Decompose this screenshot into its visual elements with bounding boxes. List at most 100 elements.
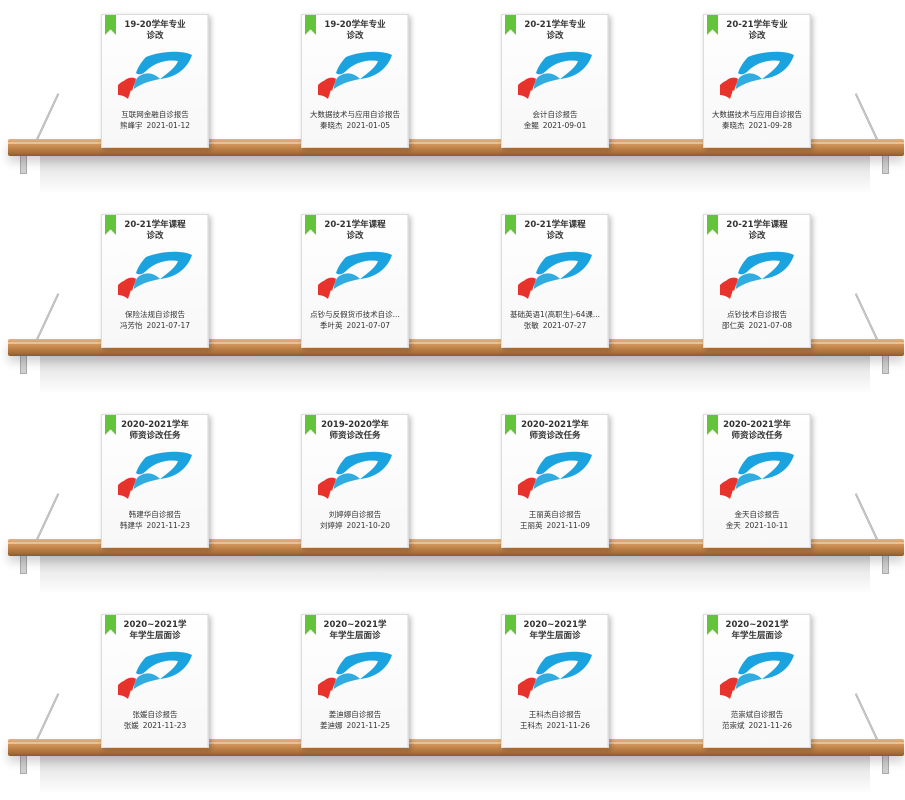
report-meta: 韩建华 2021-11-23 (102, 521, 208, 531)
report-author: 冯芳怡 (119, 321, 143, 330)
book-title-line1: 20-21学年课程 (726, 220, 788, 230)
report-meta: 张媛 2021-11-23 (102, 721, 208, 731)
brand-logo-icon (518, 251, 592, 299)
book-title-line2: 师资诊改任务 (129, 431, 181, 441)
report-author: 金鲲 (523, 121, 539, 130)
report-date: 2021-11-25 (346, 721, 391, 730)
shelf-shadow (40, 756, 870, 794)
report-author: 王丽英 (519, 521, 543, 530)
report-book[interactable]: 20-21学年专业 诊改 会计自诊报告 金鲲 2021-09-01 (501, 14, 609, 148)
book-title-line1: 2020-2021学年 (723, 420, 791, 430)
book-title: 19-20学年专业 诊改 (302, 20, 408, 42)
book-title-line1: 20-21学年专业 (726, 20, 788, 30)
report-name: 金天自诊报告 (734, 510, 780, 519)
book-title: 2020~2021学 年学生层面诊 (704, 620, 810, 642)
book-title-line1: 2020~2021学 (323, 620, 387, 630)
report-date: 2021-07-27 (542, 321, 587, 330)
report-meta: 王科杰 2021-11-26 (502, 721, 608, 731)
report-book[interactable]: 20-21学年专业 诊改 大数据技术与应用自诊报告 秦晓杰 2021-09-28 (703, 14, 811, 148)
report-date: 2021-09-28 (748, 121, 793, 130)
report-name: 大数据技术与应用自诊报告 (712, 110, 802, 119)
report-book[interactable]: 2020-2021学年 师资诊改任务 韩建华自诊报告 韩建华 2021-11-23 (101, 414, 209, 548)
report-book[interactable]: 20-21学年课程 诊改 点钞与反假货币技术自诊... 季叶英 2021-07-07 (301, 214, 409, 348)
book-title: 2020-2021学年 师资诊改任务 (102, 420, 208, 442)
report-book[interactable]: 20-21学年课程 诊改 基础英语1(高职生)-64课... 张敏 2021-07-2… (501, 214, 609, 348)
report-book[interactable]: 2019-2020学年 师资诊改任务 刘婷婷自诊报告 刘婷婷 2021-10-20 (301, 414, 409, 548)
shelf-shadow (40, 156, 870, 194)
book-title-line1: 19-20学年专业 (124, 20, 186, 30)
brand-logo-icon (318, 451, 392, 499)
report-author: 韩建华 (119, 521, 143, 530)
book-title-line2: 诊改 (146, 31, 164, 41)
report-date: 2021-10-20 (346, 521, 391, 530)
report-meta: 季叶英 2021-07-07 (302, 321, 408, 331)
report-date: 2021-01-05 (346, 121, 391, 130)
report-meta: 金鲲 2021-09-01 (502, 121, 608, 131)
report-book[interactable]: 20-21学年课程 诊改 点钞技术自诊报告 邵仁英 2021-07-08 (703, 214, 811, 348)
book-title-line1: 19-20学年专业 (324, 20, 386, 30)
report-name: 基础英语1(高职生)-64课... (509, 310, 601, 319)
book-title-line2: 师资诊改任务 (329, 431, 381, 441)
report-name: 大数据技术与应用自诊报告 (310, 110, 400, 119)
report-book[interactable]: 2020~2021学 年学生层面诊 王科杰自诊报告 王科杰 2021-11-26 (501, 614, 609, 748)
report-name: 刘婷婷自诊报告 (328, 510, 382, 519)
brand-logo-icon (720, 451, 794, 499)
book-title: 20-21学年专业 诊改 (502, 20, 608, 42)
report-date: 2021-11-26 (748, 721, 793, 730)
book-title-line1: 20-21学年专业 (524, 20, 586, 30)
report-date: 2021-11-26 (546, 721, 591, 730)
report-name: 姜迪娜自诊报告 (328, 710, 382, 719)
report-book[interactable]: 19-20学年专业 诊改 大数据技术与应用自诊报告秦晓杰 2021-01-05 (301, 14, 409, 148)
book-title: 19-20学年专业 诊改 (102, 20, 208, 42)
book-title-line2: 诊改 (748, 231, 766, 241)
report-date: 2021-11-23 (142, 721, 187, 730)
book-title-line1: 2020-2021学年 (121, 420, 189, 430)
report-name: 王丽英自诊报告 (528, 510, 582, 519)
book-title-line2: 诊改 (546, 31, 564, 41)
brand-logo-icon (318, 651, 392, 699)
report-book[interactable]: 2020~2021学 年学生层面诊 张媛自诊报告 张媛 2021-11-23 (101, 614, 209, 748)
brand-logo-icon (318, 251, 392, 299)
report-book[interactable]: 2020~2021学 年学生层面诊 姜迪娜自诊报告 姜迪娜 2021-11-25 (301, 614, 409, 748)
report-author: 金天 (725, 521, 741, 530)
report-date: 2021-11-09 (546, 521, 591, 530)
report-author: 熊峰宇 (119, 121, 143, 130)
book-title-line1: 20-21学年课程 (124, 220, 186, 230)
report-meta: 张敏 2021-07-27 (502, 321, 608, 331)
book-title: 2020~2021学 年学生层面诊 (102, 620, 208, 642)
brand-logo-icon (720, 251, 794, 299)
report-meta: 王丽英 2021-11-09 (502, 521, 608, 531)
book-title-line2: 诊改 (748, 31, 766, 41)
brand-logo-icon (518, 651, 592, 699)
report-meta: 姜迪娜 2021-11-25 (302, 721, 408, 731)
book-title-line2: 诊改 (346, 31, 364, 41)
book-title-line2: 师资诊改任务 (731, 431, 783, 441)
book-title: 20-21学年专业 诊改 (704, 20, 810, 42)
report-author: 秦晓杰 (319, 121, 343, 130)
book-title-line2: 诊改 (346, 231, 364, 241)
book-title: 20-21学年课程 诊改 (302, 220, 408, 242)
report-name: 范崇斌自诊报告 (730, 710, 784, 719)
report-meta: 刘婷婷 2021-10-20 (302, 521, 408, 531)
report-book[interactable]: 2020-2021学年 师资诊改任务 王丽英自诊报告 王丽英 2021-11-09 (501, 414, 609, 548)
brand-logo-icon (720, 651, 794, 699)
report-name: 点钞技术自诊报告 (727, 310, 787, 319)
report-book[interactable]: 2020-2021学年 师资诊改任务 金天自诊报告 金天 2021-10-11 (703, 414, 811, 548)
report-author: 张媛 (123, 721, 139, 730)
shelf-shadow (40, 356, 870, 394)
report-author: 姜迪娜 (319, 721, 343, 730)
book-title: 2020~2021学 年学生层面诊 (502, 620, 608, 642)
book-title-line2: 年学生层面诊 (129, 631, 181, 641)
report-name: 点钞与反假货币技术自诊... (310, 310, 400, 319)
book-title: 20-21学年课程 诊改 (102, 220, 208, 242)
book-title: 2020-2021学年 师资诊改任务 (704, 420, 810, 442)
brand-logo-icon (118, 251, 192, 299)
brand-logo-icon (118, 451, 192, 499)
report-author: 季叶英 (319, 321, 343, 330)
report-author: 邵仁英 (721, 321, 745, 330)
report-book[interactable]: 19-20学年专业 诊改 互联网金融自诊报告 熊峰宇 2021-01-12 (101, 14, 209, 148)
report-book[interactable]: 20-21学年课程 诊改 保险法规自诊报告 冯芳怡 2021-07-17 (101, 214, 209, 348)
report-meta: 熊峰宇 2021-01-12 (102, 121, 208, 131)
report-book[interactable]: 2020~2021学 年学生层面诊 范崇斌自诊报告 范崇斌 2021-11-26 (703, 614, 811, 748)
shelf-shadow (40, 556, 870, 594)
